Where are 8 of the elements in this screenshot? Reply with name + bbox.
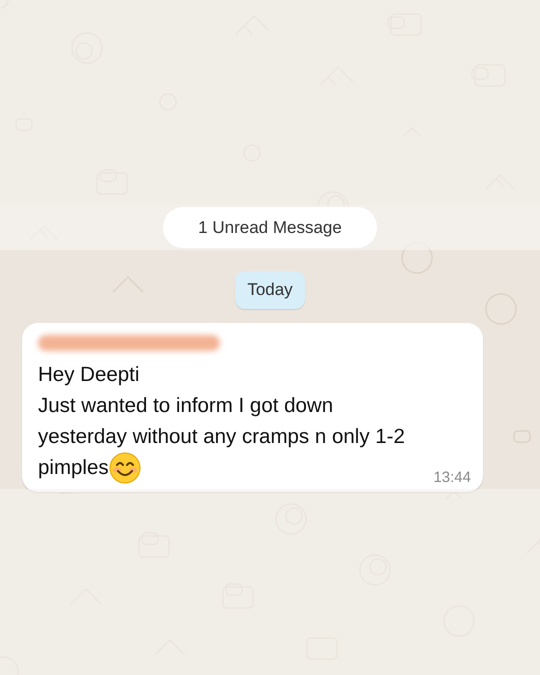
- date-chip: Today: [235, 271, 305, 309]
- unread-messages-banner: 1 Unread Message: [163, 207, 377, 248]
- message-line: Hey Deepti: [38, 362, 140, 386]
- smiling-emoji-icon: [108, 452, 141, 484]
- message-time: 13:44: [433, 469, 471, 486]
- message-line: Just wanted to inform I got down: [38, 394, 334, 418]
- message-line: yesterday without any cramps n only 1-2: [38, 424, 405, 448]
- message-line: pimples: [38, 456, 109, 480]
